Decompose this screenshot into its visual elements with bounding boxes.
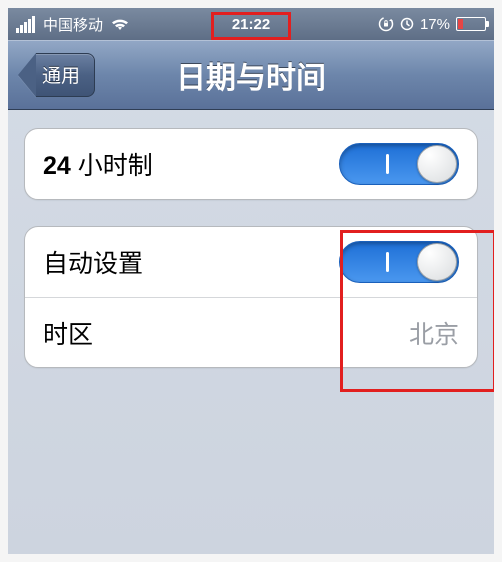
toggle-knob	[417, 145, 457, 183]
battery-icon	[456, 17, 486, 31]
back-button[interactable]: 通用	[18, 53, 95, 97]
nav-bar: 通用 日期与时间	[8, 40, 494, 110]
chevron-left-icon	[18, 53, 36, 97]
status-bar: 中国移动 21:22 17%	[8, 8, 494, 40]
alarm-icon	[400, 17, 414, 31]
row-label-timezone: 时区	[43, 315, 93, 351]
toggle-on-indicator	[386, 252, 389, 272]
battery-percent: 17%	[420, 16, 450, 33]
row-value-timezone: 北京	[409, 315, 459, 351]
toggle-knob	[417, 243, 457, 281]
signal-strength-icon	[16, 16, 35, 33]
page-title: 日期与时间	[176, 53, 326, 97]
status-time: 21:22	[232, 16, 270, 33]
row-24-hour: 24 小时制	[25, 129, 477, 199]
row-label-auto-set: 自动设置	[43, 244, 143, 280]
row-label-24-hour: 24 小时制	[43, 146, 153, 182]
row-auto-set: 自动设置	[25, 227, 477, 297]
rotation-lock-icon	[378, 16, 394, 32]
status-right: 17%	[378, 16, 486, 33]
settings-screen: 中国移动 21:22 17% 通用 日期与时间	[8, 8, 494, 554]
group-auto-timezone: 自动设置 时区 北京	[24, 226, 478, 368]
carrier-label: 中国移动	[43, 14, 103, 35]
status-left: 中国移动	[16, 14, 129, 35]
toggle-on-indicator	[386, 154, 389, 174]
wifi-icon	[111, 17, 129, 31]
content-area: 24 小时制 自动设置 时区 北京	[8, 110, 494, 412]
group-time-format: 24 小时制	[24, 128, 478, 200]
toggle-24-hour[interactable]	[339, 143, 459, 185]
toggle-auto-set[interactable]	[339, 241, 459, 283]
back-button-label: 通用	[42, 61, 80, 88]
row-timezone[interactable]: 时区 北京	[25, 297, 477, 367]
